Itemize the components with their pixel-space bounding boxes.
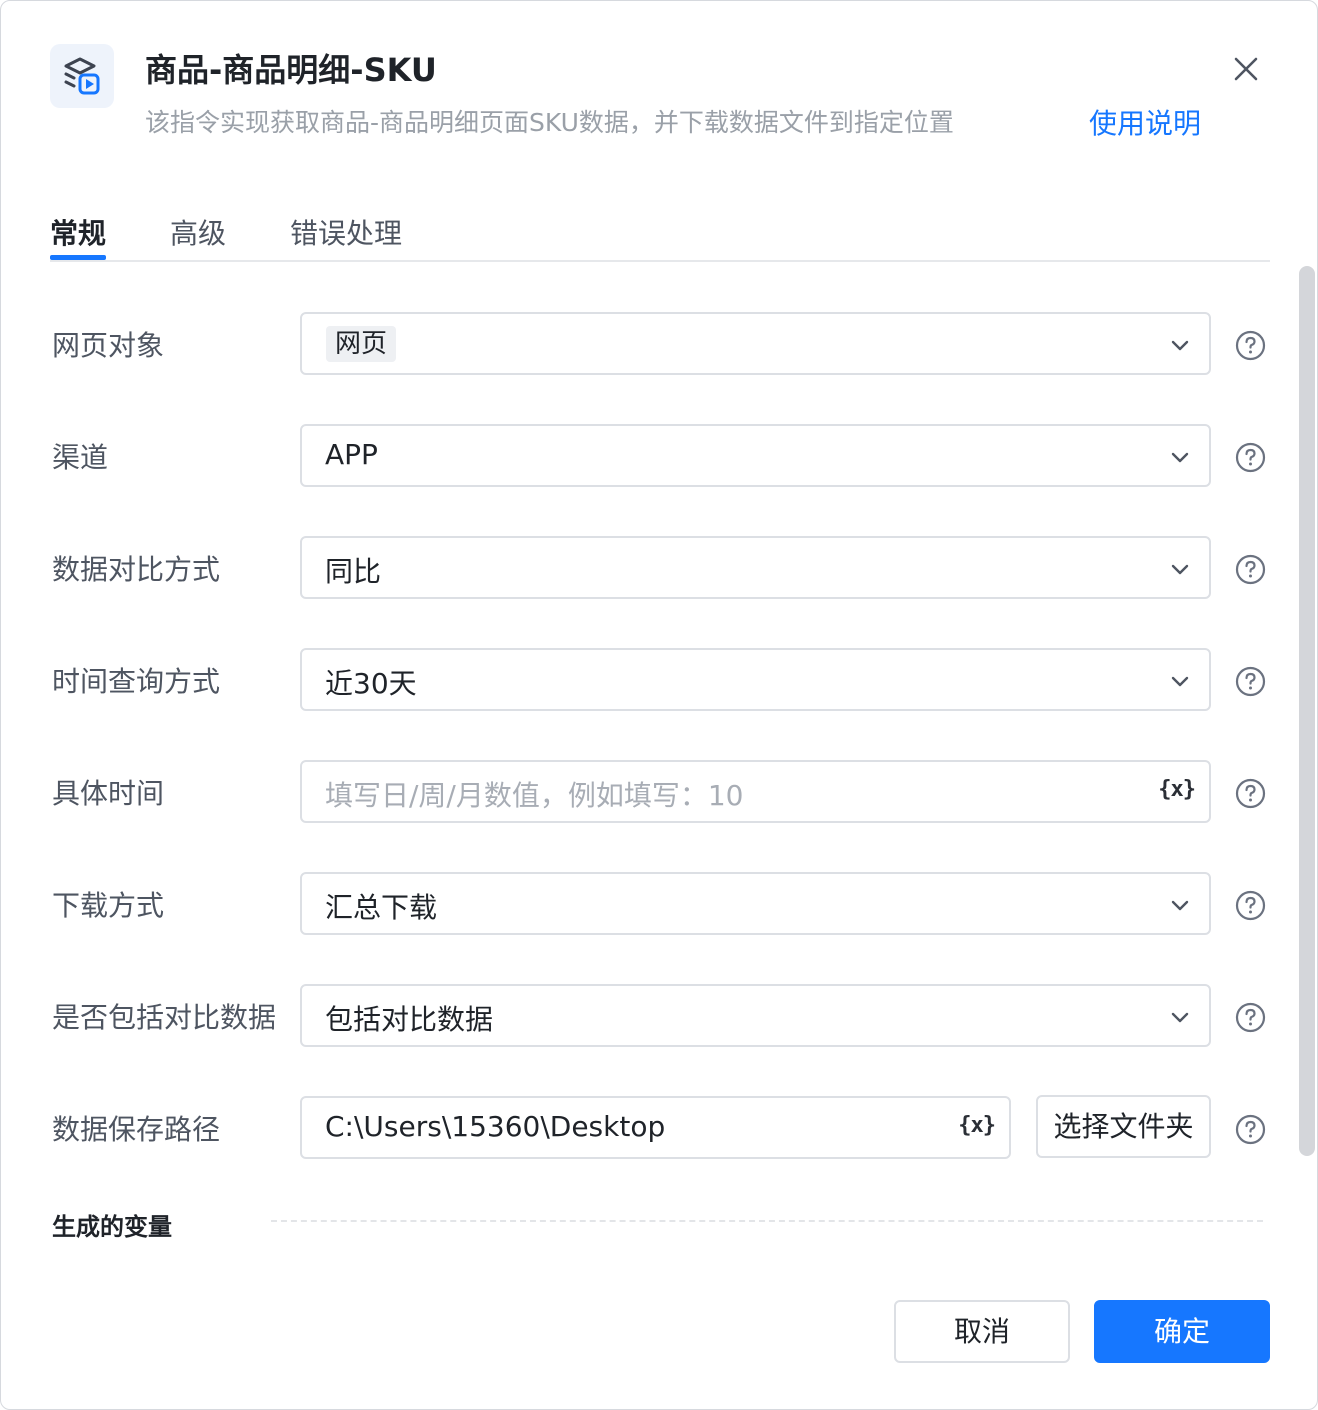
help-circle-icon[interactable] bbox=[1235, 1114, 1266, 1145]
tab-general[interactable]: 常规 bbox=[50, 212, 106, 252]
save-path-value: C:\Users\15360\Desktop bbox=[325, 1110, 666, 1143]
help-circle-icon[interactable] bbox=[1235, 890, 1266, 921]
help-circle-icon[interactable] bbox=[1235, 330, 1266, 361]
specific-time-placeholder: 填写日/周/月数值，例如填写：10 bbox=[325, 779, 744, 812]
chevron-down-icon bbox=[1171, 900, 1189, 911]
chevron-down-icon bbox=[1171, 452, 1189, 463]
time-query-select[interactable]: 近30天 bbox=[300, 648, 1211, 711]
save-path-input[interactable]: C:\Users\15360\Desktop {x} bbox=[300, 1096, 1011, 1159]
save-path-label: 数据保存路径 bbox=[52, 1113, 221, 1146]
help-circle-icon[interactable] bbox=[1235, 1002, 1266, 1033]
tab-bar: 常规 高级 错误处理 bbox=[50, 206, 1270, 262]
include-compare-value: 包括对比数据 bbox=[325, 1003, 494, 1036]
channel-value: APP bbox=[325, 438, 378, 471]
web-object-select[interactable]: 网页 bbox=[300, 312, 1211, 375]
close-button[interactable] bbox=[1227, 50, 1265, 88]
help-circle-icon[interactable] bbox=[1235, 666, 1266, 697]
help-link[interactable]: 使用说明 bbox=[1089, 102, 1201, 142]
dialog-title: 商品-商品明细-SKU bbox=[145, 51, 437, 89]
help-circle-icon[interactable] bbox=[1235, 442, 1266, 473]
compare-mode-label: 数据对比方式 bbox=[52, 553, 221, 586]
compare-mode-value: 同比 bbox=[325, 555, 382, 588]
generated-vars-title: 生成的变量 bbox=[52, 1213, 172, 1241]
dialog-subtitle: 该指令实现获取商品-商品明细页面SKU数据，并下载数据文件到指定位置 bbox=[145, 108, 954, 137]
include-compare-select[interactable]: 包括对比数据 bbox=[300, 984, 1211, 1047]
time-query-value: 近30天 bbox=[325, 667, 417, 700]
chevron-down-icon bbox=[1171, 1012, 1189, 1023]
layers-play-icon bbox=[50, 44, 114, 108]
variable-icon[interactable]: {x} bbox=[958, 1113, 996, 1138]
close-icon bbox=[1234, 57, 1258, 81]
specific-time-label: 具体时间 bbox=[52, 777, 165, 810]
download-mode-value: 汇总下载 bbox=[325, 891, 438, 924]
chevron-down-icon bbox=[1171, 676, 1189, 687]
compare-mode-select[interactable]: 同比 bbox=[300, 536, 1211, 599]
confirm-button[interactable]: 确定 bbox=[1094, 1300, 1270, 1363]
web-object-label: 网页对象 bbox=[52, 329, 165, 362]
web-object-tag: 网页 bbox=[326, 326, 397, 362]
section-divider bbox=[271, 1220, 1263, 1222]
channel-select[interactable]: APP bbox=[300, 424, 1211, 487]
include-compare-label: 是否包括对比数据 bbox=[52, 1001, 277, 1034]
download-mode-select[interactable]: 汇总下载 bbox=[300, 872, 1211, 935]
specific-time-input[interactable]: 填写日/周/月数值，例如填写：10 {x} bbox=[300, 760, 1211, 823]
tab-advanced[interactable]: 高级 bbox=[170, 212, 226, 252]
scrollbar[interactable] bbox=[1299, 266, 1315, 1156]
download-mode-label: 下载方式 bbox=[52, 889, 165, 922]
variable-icon[interactable]: {x} bbox=[1158, 777, 1196, 802]
tab-error-handling[interactable]: 错误处理 bbox=[290, 212, 402, 252]
chevron-down-icon bbox=[1171, 564, 1189, 575]
help-circle-icon[interactable] bbox=[1235, 778, 1266, 809]
channel-label: 渠道 bbox=[52, 441, 109, 474]
dialog: 商品-商品明细-SKU 该指令实现获取商品-商品明细页面SKU数据，并下载数据文… bbox=[0, 0, 1318, 1410]
cancel-button[interactable]: 取消 bbox=[894, 1300, 1070, 1363]
time-query-label: 时间查询方式 bbox=[52, 665, 221, 698]
help-circle-icon[interactable] bbox=[1235, 554, 1266, 585]
active-tab-indicator bbox=[50, 255, 106, 260]
select-folder-button[interactable]: 选择文件夹 bbox=[1036, 1095, 1211, 1158]
chevron-down-icon bbox=[1171, 340, 1189, 351]
